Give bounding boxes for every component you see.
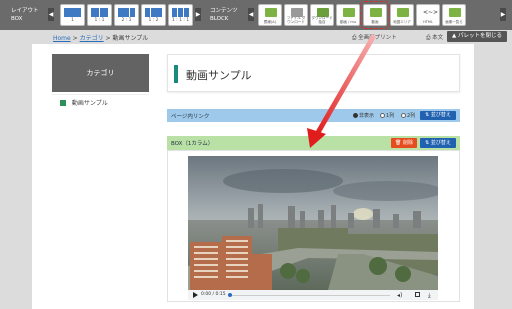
block-button-line[interactable]: 罫線(A) — [258, 4, 282, 26]
breadcrumb-row: Home > カテゴリ > 動画サンプル ⎙ 全画面プリント ⎙ 本文 — [30, 30, 512, 44]
box-title: BOX（1カラム） — [171, 141, 214, 147]
layout-button-2-1[interactable]: 2 : 1 — [114, 4, 139, 26]
block-scroll-left-arrow[interactable]: ◀ — [248, 8, 254, 21]
radio-icon — [380, 113, 385, 118]
table-icon — [265, 8, 277, 17]
page-title-box[interactable]: 動画サンプル — [167, 54, 460, 92]
video-controls: 0:00 / 0:15 ◂) ⤓ — [188, 290, 438, 300]
seek-bar[interactable] — [230, 294, 390, 296]
radio-hide[interactable]: 非表示 — [353, 112, 374, 119]
radio-2col[interactable]: 2列 — [401, 112, 415, 119]
box-content-frame: 0:00 / 0:15 ◂) ⤓ — [167, 150, 460, 302]
breadcrumb-category-link[interactable]: カテゴリ — [80, 35, 104, 42]
breadcrumb-home-link[interactable]: Home — [53, 35, 71, 42]
layout-scroll-right-arrow[interactable]: ▶ — [195, 8, 201, 21]
breadcrumb: Home > カテゴリ > 動画サンプル — [53, 35, 149, 42]
sort-arrows-icon: ⇅ — [425, 112, 430, 118]
print-icon: ⎙ — [352, 35, 357, 41]
page-title: 動画サンプル — [186, 69, 252, 82]
block-button-download[interactable]: ダウンロード 独自 — [310, 4, 334, 26]
block-button-video[interactable]: 動画 — [360, 1, 390, 29]
block-button-video-mu[interactable]: 動画 / mu — [336, 4, 360, 26]
page-link-title: ページ内リンク — [171, 114, 210, 120]
content-section-label: コンテンツ BLOCK — [210, 8, 238, 22]
delete-button[interactable]: 🗑 削除 — [391, 138, 417, 148]
block-button-html[interactable]: <~> HTML — [416, 4, 440, 26]
layout-button-1-1-1[interactable]: 1 : 1 : 1 — [168, 4, 193, 26]
video-player[interactable] — [188, 156, 438, 290]
sort-arrows-icon: ⇅ — [425, 140, 430, 146]
bullet-square-icon — [60, 100, 66, 106]
code-icon: <~> — [423, 9, 439, 16]
radio-icon — [401, 113, 406, 118]
radio-selected-icon — [353, 113, 358, 118]
image-icon — [449, 8, 461, 17]
close-palette-button[interactable]: ▲ パレットを閉じる — [447, 31, 507, 42]
breadcrumb-current: 動画サンプル — [112, 35, 149, 42]
block-button-file-download[interactable]: ファイル ダウンロード — [284, 4, 308, 26]
sort-button-box[interactable]: ⇅ 並び替え — [420, 138, 456, 148]
fullscreen-icon[interactable] — [415, 292, 420, 297]
volume-icon[interactable]: ◂) — [397, 292, 402, 299]
play-video-icon — [370, 8, 382, 17]
box-header-bar: BOX（1カラム） 🗑 削除 ⇅ 並び替え — [167, 136, 460, 150]
page-link-bar: ページ内リンク 非表示 1列 2列 ⇅ 並び替え — [167, 109, 460, 122]
trash-icon: 🗑 — [395, 140, 402, 146]
sort-button-anchor[interactable]: ⇅ 並び替え — [420, 111, 456, 120]
printer-icon: ⎙ — [426, 35, 431, 41]
title-accent-bar — [174, 65, 178, 83]
block-button-image-list[interactable]: 画像一覧ら — [442, 4, 466, 26]
palette-toolbar: レイアウト BOX ◀ 1 1 : 1 2 : 1 1 : 2 1 : 1 : … — [0, 0, 512, 30]
print-link[interactable]: ⎙ 全画面プリント — [352, 33, 397, 42]
video-frame-cityscape — [188, 156, 438, 290]
video-icon — [343, 8, 355, 17]
caret-up-icon: ▲ — [452, 33, 457, 39]
layout-button-1-2[interactable]: 1 : 2 — [141, 4, 166, 26]
layout-scroll-left-arrow[interactable]: ◀ — [48, 8, 54, 21]
seek-handle[interactable] — [228, 293, 232, 297]
radio-1col[interactable]: 1列 — [380, 112, 394, 119]
page-canvas: カテゴリ 動画サンプル 動画サンプル ページ内リンク 非表示 1列 2列 ⇅ 並… — [32, 44, 474, 309]
block-button-map-area[interactable]: 地図エリア — [390, 4, 414, 26]
play-icon[interactable] — [193, 292, 198, 298]
category-heading: カテゴリ — [52, 54, 149, 92]
video-time: 0:00 / 0:15 — [201, 292, 226, 297]
category-item[interactable]: 動画サンプル — [52, 94, 149, 112]
layout-button-1-1[interactable]: 1 : 1 — [87, 4, 112, 26]
block-scroll-right-arrow[interactable]: ▶ — [500, 8, 506, 21]
layout-button-1[interactable]: 1 — [60, 4, 85, 26]
download-icon[interactable]: ⤓ — [428, 292, 431, 300]
layout-section-label: レイアウト BOX — [11, 8, 39, 22]
text-link[interactable]: ⎙ 本文 — [426, 33, 443, 42]
map-icon — [397, 8, 409, 17]
